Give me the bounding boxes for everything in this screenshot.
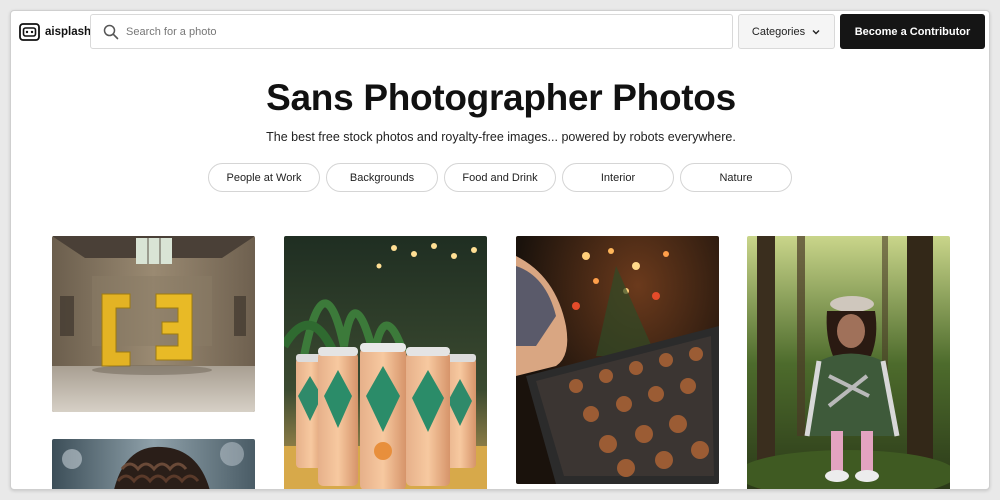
category-chips: People at Work Backgrounds Food and Drin… bbox=[208, 163, 792, 192]
become-contributor-button[interactable]: Become a Contributor bbox=[840, 14, 985, 49]
search-icon bbox=[103, 24, 119, 39]
chip-people-at-work[interactable]: People at Work bbox=[208, 163, 320, 192]
photo-baking-cookies bbox=[516, 236, 719, 484]
search-bar[interactable] bbox=[90, 14, 733, 49]
photo-card[interactable] bbox=[747, 236, 950, 489]
page-title: Sans Photographer Photos bbox=[266, 77, 736, 118]
categories-dropdown[interactable]: Categories bbox=[738, 14, 835, 49]
photo-forest-portrait bbox=[747, 236, 950, 489]
photo-card[interactable] bbox=[284, 236, 487, 489]
photo-water-portrait bbox=[52, 439, 255, 489]
brand-name: aisplash bbox=[45, 25, 92, 38]
search-input[interactable] bbox=[126, 25, 686, 38]
photo-abandoned-hall bbox=[52, 236, 255, 412]
chip-food-and-drink[interactable]: Food and Drink bbox=[444, 163, 556, 192]
photo-card[interactable] bbox=[52, 439, 255, 489]
photo-card[interactable] bbox=[516, 236, 719, 484]
page-subtitle: The best free stock photos and royalty-f… bbox=[266, 130, 736, 144]
chevron-down-icon bbox=[812, 29, 820, 34]
brand-logo[interactable]: aisplash bbox=[19, 21, 91, 42]
categories-label: Categories bbox=[751, 25, 806, 38]
browser-window: aisplash Categories Become a Contributor… bbox=[10, 10, 990, 490]
camera-logo-icon bbox=[19, 23, 40, 41]
photo-card[interactable] bbox=[52, 236, 255, 412]
chip-interior[interactable]: Interior bbox=[562, 163, 674, 192]
photo-cans bbox=[284, 236, 487, 489]
chip-nature[interactable]: Nature bbox=[680, 163, 792, 192]
chip-backgrounds[interactable]: Backgrounds bbox=[326, 163, 438, 192]
top-nav: aisplash Categories Become a Contributor bbox=[11, 11, 989, 53]
